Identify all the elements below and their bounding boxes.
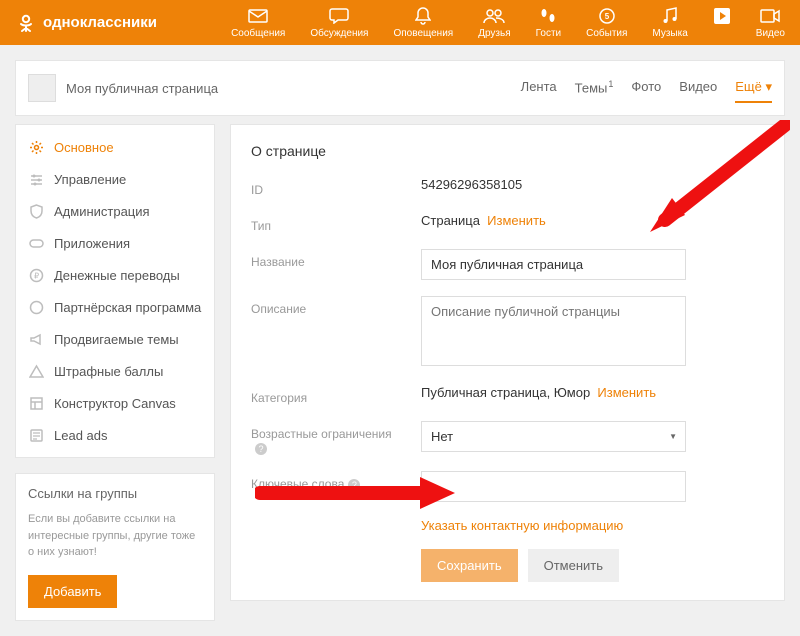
id-value: 54296296358105	[421, 177, 764, 192]
cancel-button[interactable]: Отменить	[528, 549, 619, 582]
groups-text: Если вы добавите ссылки на интересные гр…	[28, 511, 202, 561]
name-input[interactable]	[421, 249, 686, 280]
keywords-input[interactable]	[421, 471, 686, 502]
help-icon[interactable]: ?	[255, 443, 267, 455]
badge-icon: 5	[598, 6, 616, 26]
nav-friends[interactable]: Друзья	[478, 6, 510, 39]
about-form: О странице ID 54296296358105 Тип Страниц…	[230, 124, 785, 601]
gear-icon	[28, 139, 44, 155]
type-label: Тип	[251, 213, 406, 233]
brand-label: одноклассники	[43, 14, 157, 31]
chat-icon	[329, 6, 349, 26]
form-icon	[28, 427, 44, 443]
envelope-icon	[248, 6, 268, 26]
sidemenu-admin[interactable]: Администрация	[16, 195, 214, 227]
keywords-label: Ключевые слова	[251, 477, 344, 491]
desc-textarea[interactable]	[421, 296, 686, 366]
nav-video[interactable]: Видео	[756, 6, 785, 39]
tab-topics[interactable]: Темы1	[575, 73, 614, 103]
category-label: Категория	[251, 385, 406, 405]
sidemenu-partner[interactable]: Партнёрская программа	[16, 291, 214, 323]
sidemenu-apps[interactable]: Приложения	[16, 227, 214, 259]
nav-events[interactable]: 5События	[586, 6, 627, 39]
topbar: одноклассники Сообщения Обсуждения Опове…	[0, 0, 800, 45]
sidemenu-penalty[interactable]: Штрафные баллы	[16, 355, 214, 387]
name-label: Название	[251, 249, 406, 269]
page-title: Моя публичная страница	[66, 81, 218, 96]
sidemenu-manage[interactable]: Управление	[16, 163, 214, 195]
tab-feed[interactable]: Лента	[521, 73, 557, 103]
form-heading: О странице	[251, 143, 764, 159]
shield-icon	[28, 203, 44, 219]
id-label: ID	[251, 177, 406, 197]
gamepad-icon	[28, 235, 44, 251]
nav-notifications[interactable]: Оповещения	[393, 6, 453, 39]
tab-photo[interactable]: Фото	[631, 73, 661, 103]
type-value: Страница	[421, 213, 480, 228]
nav-play[interactable]	[713, 6, 731, 39]
tab-more[interactable]: Ещё ▾	[735, 73, 772, 103]
bell-icon	[415, 6, 431, 26]
svg-text:5: 5	[605, 12, 610, 21]
sidemenu: Основное Управление Администрация Прилож…	[15, 124, 215, 458]
svg-text:₽: ₽	[33, 271, 38, 280]
play-icon	[713, 6, 731, 26]
topnav: Сообщения Обсуждения Оповещения Друзья Г…	[231, 6, 785, 39]
contact-info-link[interactable]: Указать контактную информацию	[421, 518, 623, 533]
friends-icon	[483, 6, 505, 26]
currency-icon: ₽	[28, 267, 44, 283]
save-button[interactable]: Сохранить	[421, 549, 518, 582]
category-change-link[interactable]: Изменить	[597, 385, 656, 400]
nav-music[interactable]: Музыка	[652, 6, 687, 39]
nav-discussions[interactable]: Обсуждения	[310, 6, 368, 39]
ok-logo-icon	[15, 12, 37, 34]
megaphone-icon	[28, 331, 44, 347]
sliders-icon	[28, 171, 44, 187]
sidemenu-money[interactable]: ₽Денежные переводы	[16, 259, 214, 291]
category-value: Публичная страница, Юмор	[421, 385, 590, 400]
page-thumbnail[interactable]	[28, 74, 56, 102]
music-icon	[662, 6, 678, 26]
age-label: Возрастные ограничения	[251, 427, 392, 441]
tabs: Лента Темы1 Фото Видео Ещё ▾	[521, 73, 772, 103]
groups-title: Ссылки на группы	[28, 486, 202, 501]
layout-icon	[28, 395, 44, 411]
tab-video[interactable]: Видео	[679, 73, 717, 103]
sidemenu-canvas[interactable]: Конструктор Canvas	[16, 387, 214, 419]
nav-guests[interactable]: Гости	[536, 6, 561, 39]
footsteps-icon	[539, 6, 557, 26]
groups-links-box: Ссылки на группы Если вы добавите ссылки…	[15, 473, 215, 621]
sidemenu-basic[interactable]: Основное	[16, 131, 214, 163]
sidemenu-promoted[interactable]: Продвигаемые темы	[16, 323, 214, 355]
add-group-button[interactable]: Добавить	[28, 575, 117, 608]
page-header: Моя публичная страница Лента Темы1 Фото …	[15, 60, 785, 116]
video-icon	[760, 6, 780, 26]
handshake-icon	[28, 299, 44, 315]
help-icon[interactable]: ?	[348, 479, 360, 491]
type-change-link[interactable]: Изменить	[487, 213, 546, 228]
nav-messages[interactable]: Сообщения	[231, 6, 285, 39]
logo[interactable]: одноклассники	[15, 12, 157, 34]
age-select[interactable]: Нет	[421, 421, 686, 452]
desc-label: Описание	[251, 296, 406, 316]
sidemenu-leadads[interactable]: Lead ads	[16, 419, 214, 451]
warning-icon	[28, 363, 44, 379]
